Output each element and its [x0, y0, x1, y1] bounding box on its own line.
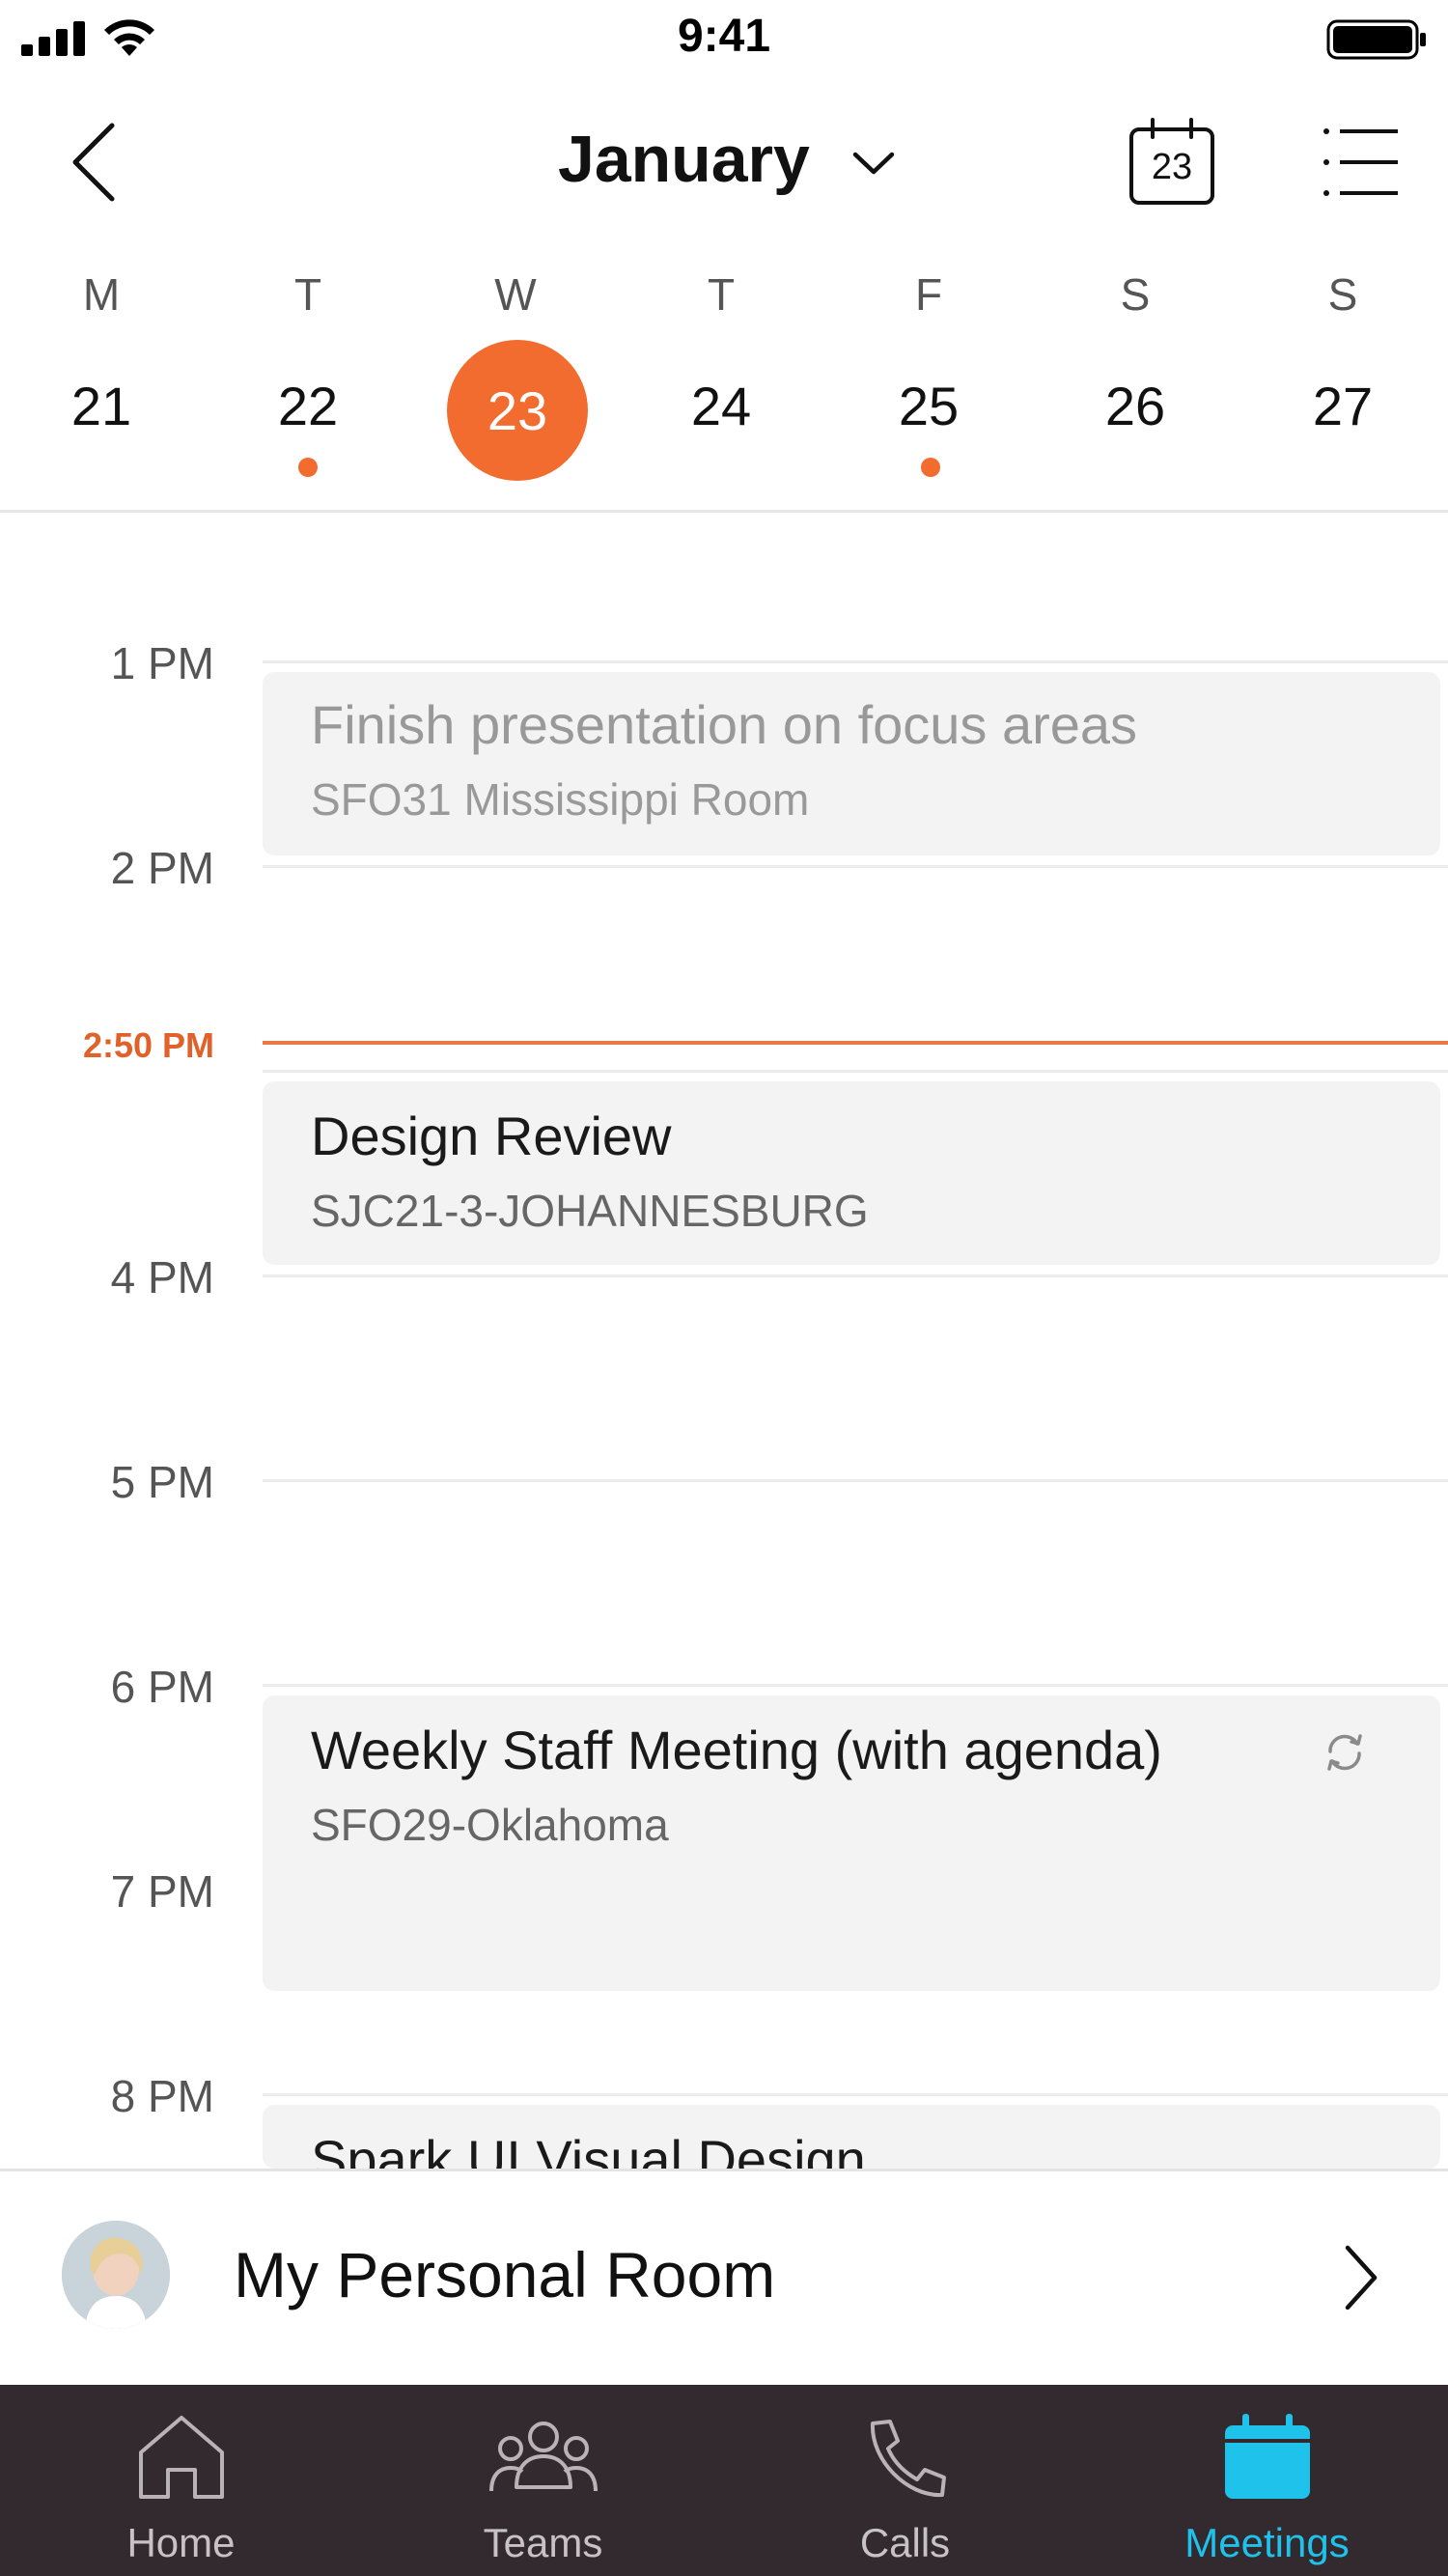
- weekday-label: T: [293, 269, 322, 320]
- hour-line: [263, 1684, 1448, 1687]
- hour-line: [263, 2093, 1448, 2096]
- meetings-calendar-icon: [1225, 2414, 1310, 2499]
- event-location: SFO31 Mississippi Room: [311, 774, 810, 825]
- day-23-selected[interactable]: 23: [447, 340, 588, 481]
- chevron-down-icon: [852, 152, 895, 175]
- day-21[interactable]: 21: [29, 375, 174, 437]
- tab-bar: Home Teams Calls Meetings: [0, 2385, 1448, 2576]
- status-time: 9:41: [677, 11, 771, 62]
- event-card[interactable]: Weekly Staff Meeting (with agenda) SFO29…: [263, 1695, 1440, 1991]
- hour-line: [263, 1274, 1448, 1277]
- day-25[interactable]: 25: [856, 375, 1001, 437]
- tab-label: Calls: [859, 2520, 951, 2565]
- list-view-icon[interactable]: [1323, 127, 1400, 197]
- weekday-label: S: [1327, 269, 1358, 320]
- home-icon: [139, 2416, 224, 2499]
- hour-line: [263, 1070, 1448, 1073]
- hour-line: [263, 865, 1448, 868]
- hour-line: [263, 660, 1448, 663]
- month-title: January: [558, 123, 810, 196]
- today-button[interactable]: 23: [1128, 118, 1216, 207]
- today-icon-day: 23: [1151, 147, 1193, 187]
- day-27[interactable]: 27: [1270, 375, 1415, 437]
- event-card[interactable]: Finish presentation on focus areas SFO31…: [263, 672, 1440, 855]
- weekday-label: S: [1120, 269, 1151, 320]
- day-26[interactable]: 26: [1063, 375, 1208, 437]
- personal-room-label: My Personal Room: [234, 2239, 776, 2310]
- event-indicator-dot: [298, 458, 318, 477]
- current-time-label: 2:50 PM: [82, 1025, 214, 1065]
- weekday-label: W: [494, 269, 537, 320]
- tab-home[interactable]: Home: [0, 2385, 362, 2576]
- day-22[interactable]: 22: [236, 375, 380, 437]
- event-location: SFO29-Oklahoma: [311, 1800, 669, 1850]
- tab-calls[interactable]: Calls: [724, 2385, 1086, 2576]
- teams-icon: [489, 2422, 598, 2492]
- event-card[interactable]: Design Review SJC21-3-JOHANNESBURG: [263, 1081, 1440, 1265]
- hour-label: 8 PM: [110, 2071, 214, 2121]
- day-24[interactable]: 24: [649, 375, 794, 437]
- battery-icon: [1326, 19, 1426, 60]
- event-indicator-dot: [921, 458, 940, 477]
- hour-label: 6 PM: [110, 1662, 214, 1712]
- weekday-label: M: [82, 269, 121, 320]
- event-title: Weekly Staff Meeting (with agenda): [311, 1720, 1162, 1780]
- hour-label: 2 PM: [110, 843, 214, 893]
- event-location: SJC21-3-JOHANNESBURG: [311, 1186, 869, 1236]
- hour-label: 5 PM: [110, 1457, 214, 1507]
- hour-line: [263, 1479, 1448, 1482]
- tab-label: Teams: [483, 2520, 603, 2565]
- tab-meetings[interactable]: Meetings: [1086, 2385, 1448, 2576]
- tab-label: Home: [126, 2520, 236, 2565]
- month-selector[interactable]: January: [541, 114, 927, 210]
- event-title: Spark UI Visual Design: [311, 2129, 866, 2169]
- weekday-label: F: [914, 269, 943, 320]
- event-title: Design Review: [311, 1106, 672, 1166]
- back-button[interactable]: [64, 120, 122, 205]
- tab-label: Meetings: [1184, 2520, 1350, 2565]
- weekday-label: T: [707, 269, 736, 320]
- event-title: Finish presentation on focus areas: [311, 694, 1138, 755]
- status-bar: 9:41: [0, 0, 1448, 77]
- chevron-right-icon: [1345, 2245, 1378, 2310]
- avatar: [62, 2221, 170, 2329]
- hour-label: 7 PM: [110, 1866, 214, 1917]
- hour-label: 4 PM: [110, 1252, 214, 1302]
- divider: [0, 510, 1448, 513]
- phone-icon: [870, 2420, 946, 2498]
- event-card[interactable]: Spark UI Visual Design: [263, 2105, 1440, 2169]
- current-time-line: [263, 1041, 1448, 1045]
- tab-teams[interactable]: Teams: [362, 2385, 724, 2576]
- recurring-icon: [1327, 1734, 1362, 1771]
- hour-label: 1 PM: [110, 638, 214, 688]
